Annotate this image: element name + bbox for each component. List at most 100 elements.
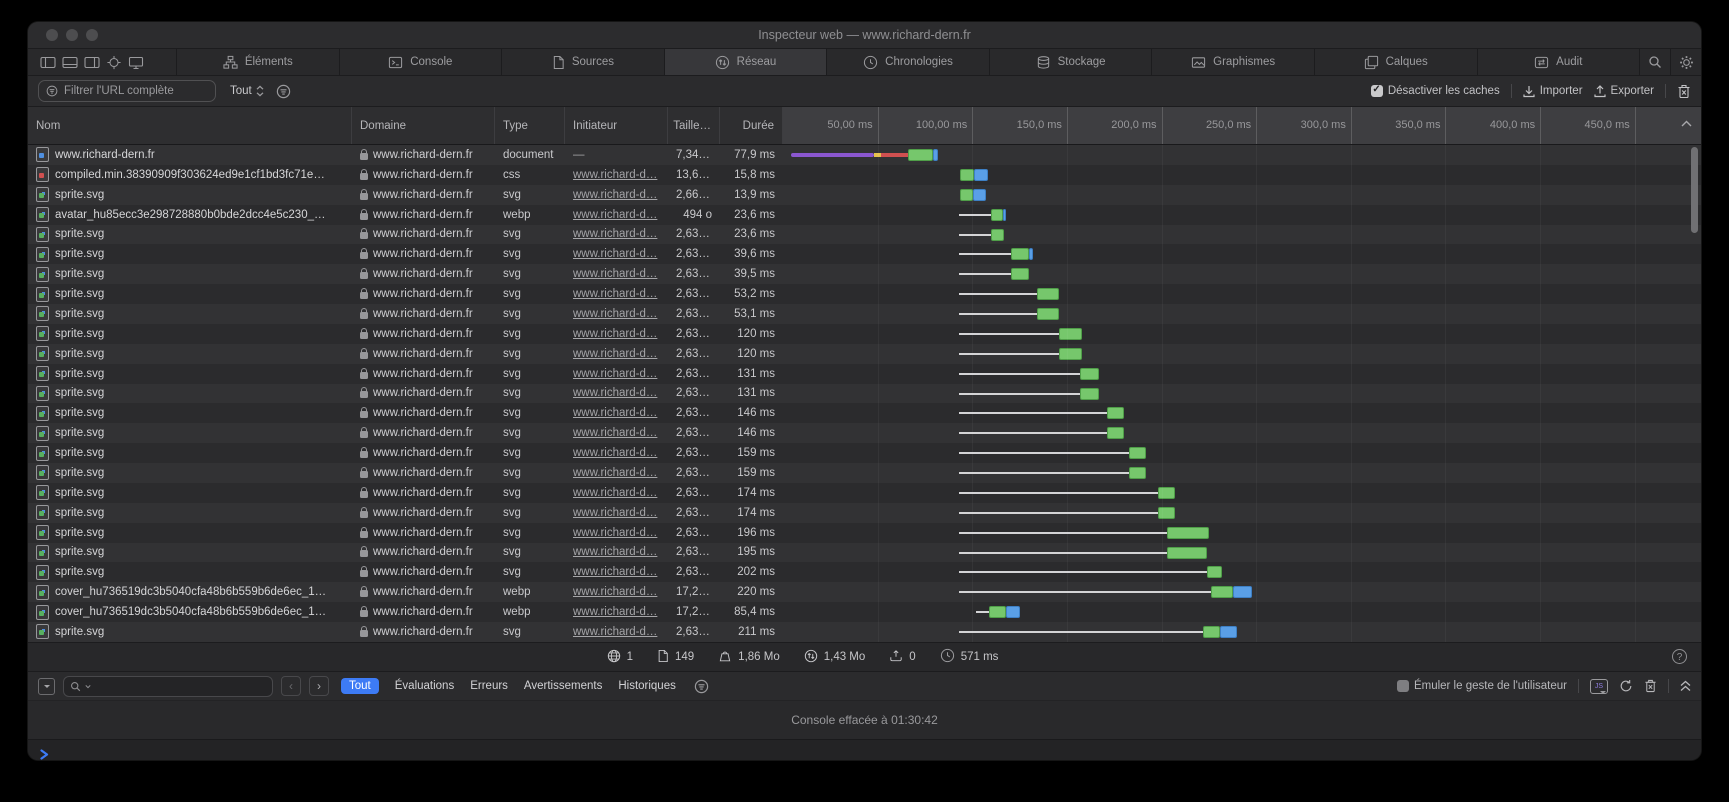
request-initiator[interactable]: www.richard-d… xyxy=(565,169,668,181)
dock-side-left-icon[interactable] xyxy=(40,55,56,70)
request-initiator[interactable]: www.richard-d… xyxy=(565,328,668,340)
table-row[interactable]: sprite.svg www.richard-dern.fr svg www.r… xyxy=(28,483,1701,503)
request-initiator[interactable]: www.richard-d… xyxy=(565,566,668,578)
tab-sources[interactable]: Sources xyxy=(501,49,664,75)
console-search-input[interactable] xyxy=(63,676,273,697)
table-row[interactable]: compiled.min.38390909f303624ed9e1cf1bd3f… xyxy=(28,165,1701,185)
initiator-link[interactable]: www.richard-d… xyxy=(573,507,657,519)
table-row[interactable]: sprite.svg www.richard-dern.fr svg www.r… xyxy=(28,562,1701,582)
console-scope-avertissements[interactable]: Avertissements xyxy=(524,680,602,692)
initiator-link[interactable]: www.richard-d… xyxy=(573,189,657,201)
initiator-link[interactable]: www.richard-d… xyxy=(573,368,657,380)
export-button[interactable]: Exporter xyxy=(1594,85,1654,98)
request-initiator[interactable]: www.richard-d… xyxy=(565,447,668,459)
initiator-link[interactable]: www.richard-d… xyxy=(573,348,657,360)
table-row[interactable]: sprite.svg www.richard-dern.fr svg www.r… xyxy=(28,403,1701,423)
initiator-link[interactable]: www.richard-d… xyxy=(573,169,657,181)
table-row[interactable]: cover_hu736519dc3b5040cfa48b6b559b6de6ec… xyxy=(28,602,1701,622)
initiator-link[interactable]: www.richard-d… xyxy=(573,248,657,260)
request-initiator[interactable]: www.richard-d… xyxy=(565,209,668,221)
import-button[interactable]: Importer xyxy=(1523,85,1583,98)
url-filter-input[interactable]: Filtrer l'URL complète xyxy=(38,80,216,102)
table-row[interactable]: sprite.svg www.richard-dern.fr svg www.r… xyxy=(28,344,1701,364)
previous-result-button[interactable]: ‹ xyxy=(281,676,301,696)
request-initiator[interactable]: www.richard-d… xyxy=(565,427,668,439)
console-filter-icon[interactable] xyxy=(694,679,709,694)
tab-elements[interactable]: Éléments xyxy=(176,49,339,75)
request-initiator[interactable]: www.richard-d… xyxy=(565,189,668,201)
sort-filter-icon[interactable] xyxy=(276,84,291,99)
initiator-link[interactable]: www.richard-d… xyxy=(573,407,657,419)
column-header-taille[interactable]: Taille… xyxy=(668,107,720,144)
console-prompt[interactable] xyxy=(28,739,1701,760)
table-row[interactable]: sprite.svg www.richard-dern.fr svg www.r… xyxy=(28,443,1701,463)
console-scope-évaluations[interactable]: Évaluations xyxy=(395,680,454,692)
initiator-link[interactable]: www.richard-d… xyxy=(573,527,657,539)
table-row[interactable]: sprite.svg www.richard-dern.fr svg www.r… xyxy=(28,423,1701,443)
table-row[interactable]: sprite.svg www.richard-dern.fr svg www.r… xyxy=(28,523,1701,543)
request-initiator[interactable]: www.richard-d… xyxy=(565,368,668,380)
table-row[interactable]: www.richard-dern.fr www.richard-dern.fr … xyxy=(28,145,1701,165)
console-scope-historiques[interactable]: Historiques xyxy=(618,680,676,692)
request-initiator[interactable]: www.richard-d… xyxy=(565,467,668,479)
vertical-scrollbar-thumb[interactable] xyxy=(1691,147,1698,233)
initiator-link[interactable]: www.richard-d… xyxy=(573,467,657,479)
clear-network-trash-icon[interactable] xyxy=(1677,84,1691,99)
table-row[interactable]: sprite.svg www.richard-dern.fr svg www.r… xyxy=(28,364,1701,384)
dock-side-right-icon[interactable] xyxy=(84,55,100,70)
dock-bottom-icon[interactable] xyxy=(62,55,78,70)
expand-console-double-chevron-icon[interactable] xyxy=(1680,680,1691,692)
console-collapse-icon[interactable] xyxy=(38,678,55,695)
next-result-button[interactable]: › xyxy=(309,676,329,696)
emulate-user-gesture-checkbox[interactable]: Émuler le geste de l'utilisateur xyxy=(1397,680,1567,692)
tab-reseau[interactable]: Réseau xyxy=(664,49,827,75)
request-initiator[interactable]: www.richard-d… xyxy=(565,626,668,638)
initiator-link[interactable]: www.richard-d… xyxy=(573,626,657,638)
table-row[interactable]: avatar_hu85ecc3e298728880b0bde2dcc4e5c23… xyxy=(28,205,1701,225)
tab-chronologies[interactable]: Chronologies xyxy=(826,49,989,75)
tab-console[interactable]: Console xyxy=(339,49,502,75)
disable-caches-checkbox[interactable]: Désactiver les caches xyxy=(1371,85,1500,97)
initiator-link[interactable]: www.richard-d… xyxy=(573,228,657,240)
request-initiator[interactable]: www.richard-d… xyxy=(565,606,668,618)
table-row[interactable]: sprite.svg www.richard-dern.fr svg www.r… xyxy=(28,264,1701,284)
request-initiator[interactable]: www.richard-d… xyxy=(565,546,668,558)
tab-stockage[interactable]: Stockage xyxy=(989,49,1152,75)
column-header-domaine[interactable]: Domaine xyxy=(352,107,495,144)
table-row[interactable]: sprite.svg www.richard-dern.fr svg www.r… xyxy=(28,225,1701,245)
table-row[interactable]: sprite.svg www.richard-dern.fr svg www.r… xyxy=(28,503,1701,523)
table-row[interactable]: sprite.svg www.richard-dern.fr svg www.r… xyxy=(28,384,1701,404)
column-header-type[interactable]: Type xyxy=(495,107,565,144)
table-row[interactable]: sprite.svg www.richard-dern.fr svg www.r… xyxy=(28,324,1701,344)
reload-icon[interactable] xyxy=(1619,679,1633,693)
js-context-icon[interactable]: JS xyxy=(1590,679,1608,694)
initiator-link[interactable]: www.richard-d… xyxy=(573,387,657,399)
initiator-link[interactable]: www.richard-d… xyxy=(573,308,657,320)
request-initiator[interactable]: www.richard-d… xyxy=(565,527,668,539)
table-row[interactable]: sprite.svg www.richard-dern.fr svg www.r… xyxy=(28,185,1701,205)
resource-type-filter[interactable]: Tout xyxy=(230,85,264,97)
device-icon[interactable] xyxy=(128,55,144,70)
column-header-initiateur[interactable]: Initiateur xyxy=(565,107,668,144)
request-initiator[interactable]: www.richard-d… xyxy=(565,586,668,598)
request-initiator[interactable]: www.richard-d… xyxy=(565,268,668,280)
table-row[interactable]: sprite.svg www.richard-dern.fr svg www.r… xyxy=(28,622,1701,642)
request-initiator[interactable]: www.richard-d… xyxy=(565,228,668,240)
clear-console-trash-icon[interactable] xyxy=(1644,679,1657,693)
search-button[interactable] xyxy=(1639,49,1670,75)
table-row[interactable]: sprite.svg www.richard-dern.fr svg www.r… xyxy=(28,284,1701,304)
request-initiator[interactable]: www.richard-d… xyxy=(565,407,668,419)
tab-audit[interactable]: Audit xyxy=(1477,49,1640,75)
initiator-link[interactable]: www.richard-d… xyxy=(573,546,657,558)
request-initiator[interactable]: www.richard-d… xyxy=(565,308,668,320)
request-initiator[interactable]: www.richard-d… xyxy=(565,348,668,360)
settings-gear-button[interactable] xyxy=(1670,49,1701,75)
initiator-link[interactable]: www.richard-d… xyxy=(573,586,657,598)
table-row[interactable]: sprite.svg www.richard-dern.fr svg www.r… xyxy=(28,463,1701,483)
initiator-link[interactable]: www.richard-d… xyxy=(573,268,657,280)
initiator-link[interactable]: www.richard-d… xyxy=(573,288,657,300)
request-initiator[interactable]: www.richard-d… xyxy=(565,248,668,260)
column-header-duree[interactable]: Durée xyxy=(720,107,783,144)
initiator-link[interactable]: www.richard-d… xyxy=(573,209,657,221)
initiator-link[interactable]: www.richard-d… xyxy=(573,328,657,340)
